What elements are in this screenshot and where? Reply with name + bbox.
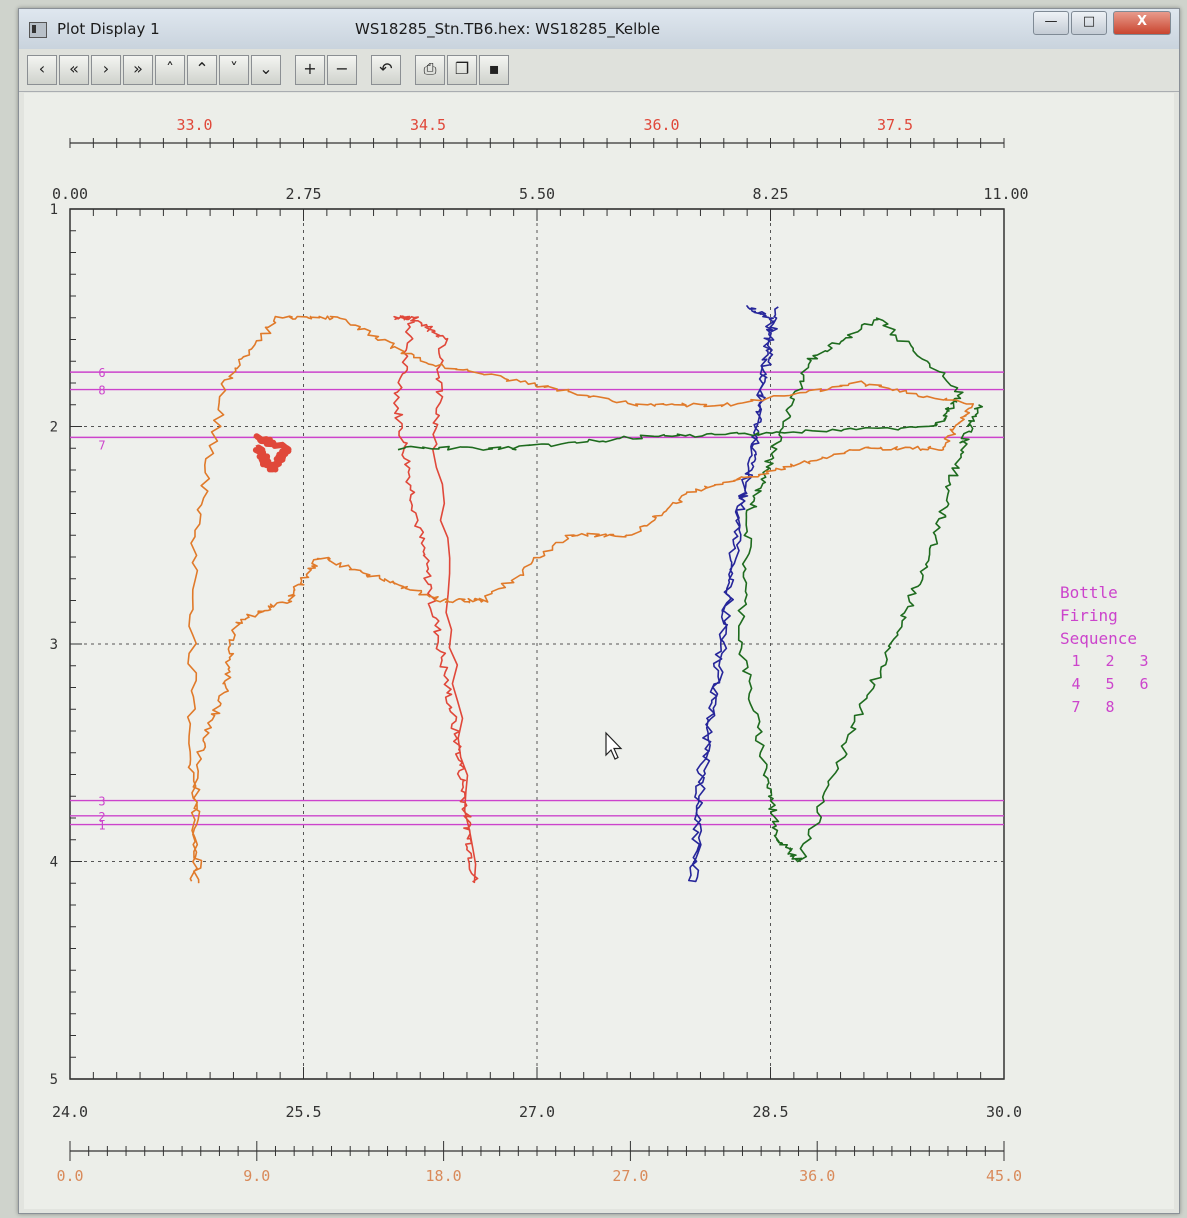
plot-area: 33.0 34.5 36.0 37.5 0.00 2.75 5.50 8.25 11.00 24.… [24, 93, 1174, 1209]
title-bar[interactable]: Plot Display 1 WS18285_Stn.TB6.hex: WS18… [19, 9, 1179, 50]
oxygen-tick-label: 5.50 [519, 185, 555, 203]
copy-button[interactable]: ❐ [447, 55, 477, 85]
fluorescence-tick-label: 36.0 [799, 1167, 835, 1185]
salinity-tick-label: 34.5 [410, 116, 446, 134]
zoom-in-button[interactable]: + [295, 55, 325, 85]
legend-title-line: Bottle [1060, 583, 1118, 602]
oxygen-tick-label: 2.75 [285, 185, 321, 203]
legend-title-line: Sequence [1060, 629, 1137, 648]
fluorescence-tick-label: 27.0 [612, 1167, 648, 1185]
temperature-tick-label: 30.0 [986, 1103, 1022, 1121]
close-button[interactable]: X [1113, 11, 1171, 35]
oxygen-tick-label: 11.00 [983, 185, 1028, 203]
legend-cell: 7 [1071, 698, 1080, 716]
oxygen-tick-label: 8.25 [752, 185, 788, 203]
bottle-label-8: 8 [98, 384, 105, 398]
salinity-tick-label: 36.0 [643, 116, 679, 134]
prev-button[interactable]: ‹ [27, 55, 57, 85]
pressure-tick-label: 1 [50, 202, 58, 218]
temperature-tick-label: 28.5 [752, 1103, 788, 1121]
first-button[interactable]: « [59, 55, 89, 85]
app-icon [29, 22, 47, 38]
temperature-tick-label: 25.5 [285, 1103, 321, 1121]
print-button[interactable]: ⎙ [415, 55, 445, 85]
oxygen-tick-label: 0.00 [52, 185, 88, 203]
pressure-tick-label: 4 [50, 855, 58, 871]
undo-button[interactable]: ↶ [371, 55, 401, 85]
bottle-label-7: 7 [98, 438, 105, 452]
window-title: Plot Display 1 [57, 20, 160, 38]
legend-cell: 3 [1139, 652, 1148, 670]
salinity-tick-label: 33.0 [176, 116, 212, 134]
save-button[interactable]: ▪ [479, 55, 509, 85]
next-button[interactable]: › [91, 55, 121, 85]
top-button[interactable]: ⌃ [187, 55, 217, 85]
legend-cell: 4 [1071, 675, 1080, 693]
file-title: WS18285_Stn.TB6.hex: WS18285_Kelble [355, 20, 661, 38]
legend-title-line: Firing [1060, 606, 1118, 625]
bottle-label-3: 3 [98, 795, 105, 809]
legend-cell: 5 [1105, 675, 1114, 693]
pressure-tick-label: 5 [50, 1072, 58, 1088]
toolbar: ‹ «›» ˄ ⌃ ˅ ⌄ + − ↶ ⎙ ❐ ▪ [19, 49, 1179, 92]
plot-chart: 33.0 34.5 36.0 37.5 0.00 2.75 5.50 8.25 11.00 24.… [50, 116, 1149, 1185]
fluorescence-tick-label: 9.0 [243, 1167, 270, 1185]
zoom-out-button[interactable]: − [327, 55, 357, 85]
legend-cell: 8 [1105, 698, 1114, 716]
salinity-tick-label: 37.5 [877, 116, 913, 134]
last-button[interactable]: » [123, 55, 153, 85]
down-button[interactable]: ˅ [219, 55, 249, 85]
legend-cell: 2 [1105, 652, 1114, 670]
bottle-label-6: 6 [98, 366, 105, 380]
fluorescence-tick-label: 18.0 [426, 1167, 462, 1185]
legend-cell: 6 [1139, 675, 1148, 693]
fluorescence-tick-label: 0.0 [56, 1167, 83, 1185]
legend-cell: 1 [1071, 652, 1080, 670]
bottle-label-1: 1 [98, 819, 105, 833]
pressure-tick-label: 3 [50, 637, 58, 653]
temperature-tick-label: 24.0 [52, 1103, 88, 1121]
up-button[interactable]: ˄ [155, 55, 185, 85]
pressure-tick-label: 2 [50, 420, 58, 436]
fluorescence-tick-label: 45.0 [986, 1167, 1022, 1185]
plot-window: Plot Display 1 WS18285_Stn.TB6.hex: WS18… [18, 8, 1180, 1214]
maximize-button[interactable]: □ [1071, 11, 1107, 35]
temperature-tick-label: 27.0 [519, 1103, 555, 1121]
minimize-button[interactable]: — [1033, 11, 1069, 35]
bottom-button[interactable]: ⌄ [251, 55, 281, 85]
